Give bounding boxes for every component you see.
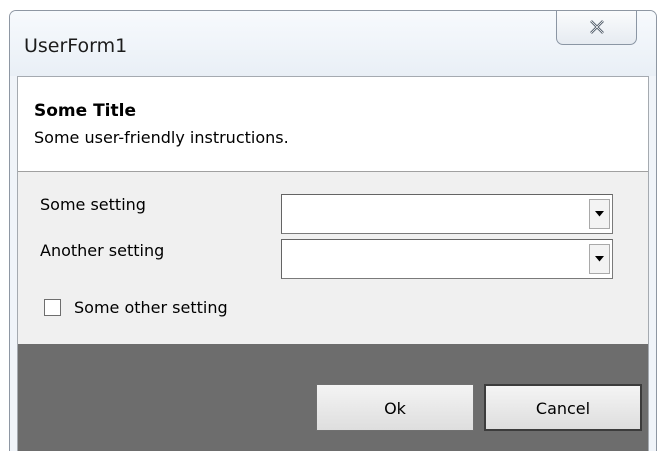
userform-window: UserForm1 Some Title Some user-friendly … <box>9 10 657 451</box>
window-title: UserForm1 <box>24 35 128 57</box>
another-setting-label: Another setting <box>40 241 165 260</box>
close-button[interactable] <box>556 11 637 45</box>
button-panel: Ok Cancel <box>18 344 648 451</box>
header-instructions: Some user-friendly instructions. <box>34 128 289 147</box>
chevron-down-icon <box>595 256 604 262</box>
form-client-area: Some Title Some user-friendly instructio… <box>17 76 649 451</box>
another-setting-dropdown-button[interactable] <box>589 244 610 274</box>
settings-panel: Some setting Another setting Some other … <box>18 172 648 344</box>
header-panel: Some Title Some user-friendly instructio… <box>18 77 648 172</box>
another-setting-combobox[interactable] <box>281 239 613 279</box>
close-icon <box>588 19 606 35</box>
some-setting-label: Some setting <box>40 195 146 214</box>
header-title: Some Title <box>34 101 136 121</box>
some-other-setting-checkbox[interactable] <box>44 299 61 316</box>
title-bar[interactable]: UserForm1 <box>10 11 656 76</box>
ok-button[interactable]: Ok <box>316 384 474 431</box>
some-setting-dropdown-button[interactable] <box>589 199 610 229</box>
chevron-down-icon <box>595 211 604 217</box>
some-setting-combobox[interactable] <box>281 194 613 234</box>
cancel-button[interactable]: Cancel <box>484 384 642 431</box>
some-other-setting-label[interactable]: Some other setting <box>74 297 228 319</box>
